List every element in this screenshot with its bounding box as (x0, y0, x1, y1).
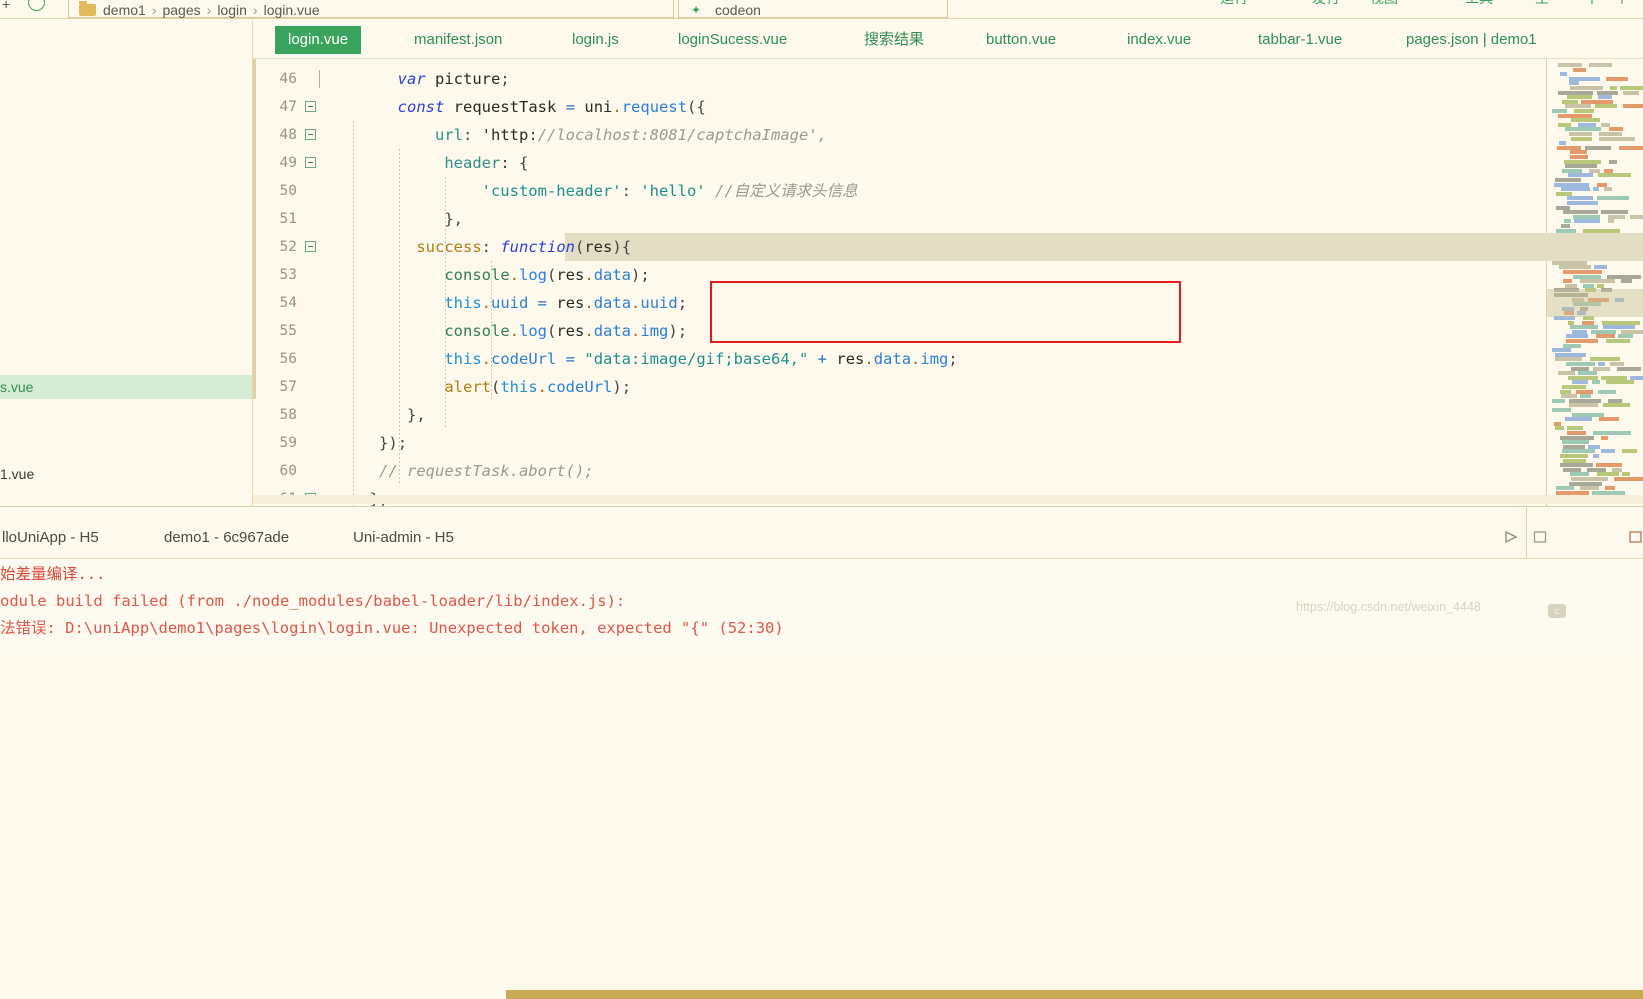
code-line-47[interactable]: const requestTask = uni.request({ (253, 93, 1643, 121)
toolbar-item-5[interactable]: 主 (1535, 0, 1549, 8)
clear-icon[interactable] (1628, 530, 1643, 545)
code-line-text: url: 'http://localhost:8081/captchaImage… (434, 126, 827, 144)
code-line-56[interactable]: this.codeUrl = "data:image/gif;base64," … (253, 345, 1643, 373)
editor-tab-pages-json[interactable]: pages.json | demo1 (1393, 26, 1550, 54)
code-line-text: // requestTask.abort(); (379, 462, 594, 480)
toolbar-item-7[interactable]: 丨 (1615, 0, 1629, 8)
csdn-logo-icon: C (1548, 604, 1566, 618)
console-toolbar-divider (1526, 508, 1527, 558)
editor-tab-bar[interactable]: login.vue manifest.json login.js loginSuces… (253, 21, 1643, 59)
console-tab-bar[interactable]: lloUniApp - H5 demo1 - 6c967ade Uni-admin … (0, 507, 1643, 559)
svg-text:C: C (1554, 609, 1559, 616)
breadcrumb-sep-1: › (151, 2, 157, 18)
breadcrumb-file[interactable]: login.vue (264, 2, 320, 18)
toolbar-item-6[interactable]: 丨 (1585, 0, 1599, 8)
console-tab-demo1[interactable]: demo1 - 6c967ade (164, 529, 289, 546)
toolbar-divider (0, 18, 1643, 19)
toolbar-item-1[interactable]: 发行 (1312, 0, 1340, 8)
code-line-53[interactable]: console.log(res.data); (253, 261, 1643, 289)
watermark-text: https://blog.csdn.net/weixin_4448 (1296, 600, 1481, 614)
editor-tab-login-vue[interactable]: login.vue (275, 26, 362, 54)
play-run-icon[interactable] (1503, 530, 1519, 545)
editor-tab-search-results[interactable]: 搜索结果 (851, 26, 937, 54)
code-line-57[interactable]: alert(this.codeUrl); (253, 373, 1643, 401)
codeon-icon: ✦ (691, 3, 702, 17)
editor-tab-tabbar-1-vue[interactable]: tabbar-1.vue (1245, 26, 1355, 54)
code-line-text: this.uuid = res.data.uuid; (444, 294, 688, 312)
code-editor[interactable]: 46474849505152535455565758596061 var pic… (253, 59, 1643, 506)
breadcrumb-sep-2: › (206, 2, 212, 18)
code-line-60[interactable]: // requestTask.abort(); (253, 457, 1643, 485)
refresh-circle-icon[interactable] (28, 0, 45, 11)
toolbar-item-3[interactable]: ▪ (1420, 0, 1425, 4)
code-line-text: console.log(res.data); (444, 266, 650, 284)
codeon-label: codeon (715, 2, 761, 18)
code-line-text: success: function(res){ (416, 238, 632, 256)
code-line-text: var picture; (397, 70, 510, 88)
plus-icon[interactable]: + (2, 0, 10, 12)
breadcrumb-folder[interactable]: pages (162, 2, 200, 18)
code-line-59[interactable]: }); (253, 429, 1643, 457)
editor-tab-button-vue[interactable]: button.vue (973, 26, 1069, 54)
toolbar-item-4[interactable]: 工具 (1465, 0, 1493, 8)
toolbar-right-group: 运行发行视图▪工具主丨丨丨首次区«·· (1100, 0, 1643, 20)
code-line-52[interactable]: success: function(res){ (253, 233, 1643, 261)
horizontal-scrollbar-track[interactable] (253, 495, 1643, 999)
code-line-55[interactable]: console.log(res.data.img); (253, 317, 1643, 345)
console-line: 始差量编译... (0, 565, 106, 583)
code-line-text: this.codeUrl = "data:image/gif;base64," … (444, 350, 958, 368)
code-line-text: alert(this.codeUrl); (444, 378, 632, 396)
code-line-text: }, (407, 406, 426, 424)
code-line-54[interactable]: this.uuid = res.data.uuid; (253, 289, 1643, 317)
console-line: 法错误: D:\uniApp\demo1\pages\login\login.v… (0, 619, 784, 637)
toolbar-item-2[interactable]: 视图 (1370, 0, 1398, 8)
editor-tab-index-vue[interactable]: index.vue (1114, 26, 1204, 54)
top-toolbar: + demo1 › pages › login › login.vue ✦ codeon 运… (0, 0, 1643, 20)
codeon-panel[interactable]: ✦ codeon (678, 0, 948, 18)
editor-tab-loginsucess-vue[interactable]: loginSucess.vue (665, 26, 800, 54)
code-line-text: const requestTask = uni.request({ (397, 98, 706, 116)
tree-item-1-vue[interactable]: 1.vue (0, 462, 252, 486)
folder-icon (79, 1, 96, 16)
breadcrumb[interactable]: demo1 › pages › login › login.vue (68, 0, 674, 18)
console-tab-uni-admin-h5[interactable]: Uni-admin - H5 (353, 529, 454, 546)
breadcrumb-text: demo1 › pages › login › login.vue (103, 2, 320, 18)
project-tree-sidebar[interactable]: s.vue 1.vue (0, 21, 252, 518)
editor-tab-manifest-json[interactable]: manifest.json (401, 26, 515, 54)
code-line-49[interactable]: header: { (253, 149, 1643, 177)
code-line-text: }, (444, 210, 464, 228)
code-line-46[interactable]: var picture; (253, 65, 1643, 93)
tree-item-s-vue[interactable]: s.vue (0, 375, 252, 399)
code-line-51[interactable]: }, (253, 205, 1643, 233)
console-tab-hellouniapp-h5[interactable]: lloUniApp - H5 (2, 529, 99, 546)
horizontal-scrollbar-thumb[interactable] (506, 990, 1643, 999)
editor-tab-login-js[interactable]: login.js (559, 26, 632, 54)
breadcrumb-project[interactable]: demo1 (103, 2, 146, 18)
breadcrumb-subfolder[interactable]: login (217, 2, 247, 18)
code-line-50[interactable]: 'custom-header': 'hello' //自定义请求头信息 (253, 177, 1643, 205)
code-line-text: console.log(res.data.img); (444, 322, 688, 340)
breadcrumb-sep-3: › (252, 2, 258, 18)
code-line-text: }); (379, 434, 408, 452)
code-line-text: 'custom-header': 'hello' //自定义请求头信息 (481, 182, 858, 200)
code-line-58[interactable]: }, (253, 401, 1643, 429)
stop-icon[interactable] (1532, 530, 1548, 545)
toolbar-left-group: + (0, 0, 45, 20)
code-line-text: header: { (444, 154, 529, 172)
code-line-48[interactable]: url: 'http://localhost:8081/captchaImage… (253, 121, 1643, 149)
toolbar-item-0[interactable]: 运行 (1220, 0, 1248, 8)
